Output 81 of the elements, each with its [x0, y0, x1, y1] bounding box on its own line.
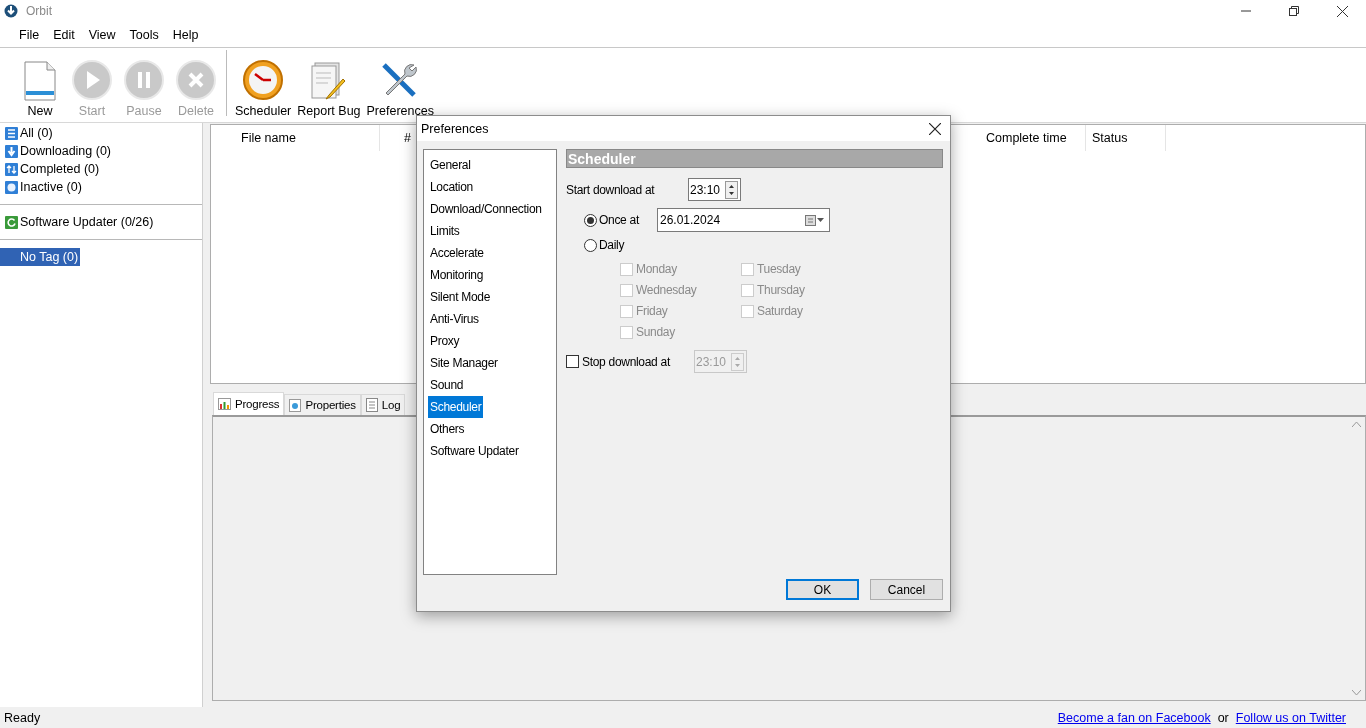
start-label: Start download at — [566, 182, 656, 197]
pause-icon — [123, 59, 165, 101]
menu-item[interactable]: Tools — [122, 23, 166, 46]
close-icon — [175, 59, 217, 101]
settings-item[interactable]: General — [428, 154, 473, 176]
separator-text: or — [1217, 710, 1229, 725]
day-label: Friday — [636, 304, 668, 318]
twitter-link[interactable]: Follow us on Twitter — [1235, 710, 1346, 725]
toolbar-button[interactable]: Scheduler — [232, 59, 295, 118]
day-label: Sunday — [636, 325, 675, 339]
document-pencil-icon — [310, 61, 347, 101]
ok-button[interactable]: OK — [786, 579, 859, 600]
category-item[interactable]: Downloading (0) — [20, 144, 112, 158]
settings-item[interactable]: Others — [428, 418, 467, 440]
dialog-title: Preferences — [421, 121, 489, 136]
radio-label: Once at — [599, 213, 641, 227]
status-text: Ready — [4, 710, 41, 725]
section-title: Scheduler — [566, 149, 943, 168]
tab[interactable]: Log — [360, 394, 406, 415]
circle-icon — [5, 180, 18, 194]
bar-chart-icon — [218, 398, 231, 410]
category-item[interactable]: All (0) — [20, 126, 53, 140]
day-label: Wednesday — [636, 283, 697, 297]
settings-item[interactable]: Scheduler — [428, 396, 484, 418]
day-label: Monday — [636, 262, 677, 276]
settings-item[interactable]: Sound — [428, 374, 466, 396]
category-item[interactable]: Inactive (0) — [20, 180, 82, 194]
settings-item[interactable]: Location — [428, 176, 475, 198]
settings-item[interactable]: Site Manager — [428, 352, 500, 374]
tab[interactable]: Properties — [284, 394, 361, 415]
arrows-icon — [5, 162, 18, 176]
scroll-up-icon[interactable] — [1352, 421, 1361, 427]
document-icon — [24, 61, 56, 101]
settings-item[interactable]: Limits — [428, 220, 462, 242]
settings-item[interactable]: Silent Mode — [428, 286, 493, 308]
time-field[interactable]: 23:10 — [688, 178, 741, 201]
tag-item[interactable]: No Tag (0) — [0, 248, 81, 266]
day-label: Tuesday — [757, 262, 801, 276]
app-logo-icon — [4, 4, 18, 18]
clock-icon — [242, 59, 285, 101]
column-header[interactable]: Status — [1086, 125, 1166, 151]
window-title: Orbit — [26, 4, 52, 18]
day-label: Thursday — [757, 283, 805, 297]
menu-item[interactable]: Help — [165, 23, 206, 46]
column-header[interactable]: File name — [235, 125, 380, 151]
menu-item[interactable]: File — [12, 23, 47, 46]
close-icon — [929, 122, 941, 135]
tab[interactable]: Progress — [213, 392, 285, 415]
cancel-button[interactable]: Cancel — [870, 579, 943, 600]
close-icon — [1336, 5, 1348, 17]
facebook-link[interactable]: Become a fan on Facebook — [1057, 710, 1211, 725]
toolbar-button[interactable]: New — [14, 61, 66, 118]
toolbar-button[interactable]: Report Bug — [294, 61, 364, 118]
column-header[interactable]: Complete time — [980, 125, 1086, 151]
settings-item[interactable]: Proxy — [428, 330, 462, 352]
calendar-dropdown-icon[interactable] — [805, 214, 825, 226]
toolbar-button[interactable]: Preferences — [363, 61, 437, 118]
document-icon — [289, 398, 302, 412]
radio-button[interactable] — [584, 238, 597, 252]
day-label: Saturday — [757, 304, 803, 318]
settings-item[interactable]: Anti-Virus — [428, 308, 481, 330]
stop-label: Stop download at — [582, 354, 672, 369]
refresh-icon — [5, 215, 18, 229]
radio-label: Daily — [599, 238, 625, 252]
scroll-down-icon[interactable] — [1352, 690, 1361, 696]
settings-item[interactable]: Monitoring — [428, 264, 486, 286]
category-item[interactable]: Completed (0) — [20, 162, 100, 176]
radio-button[interactable] — [584, 213, 597, 227]
document-lines-icon — [365, 398, 378, 412]
play-icon — [71, 59, 113, 101]
list-icon — [5, 126, 18, 140]
spin-arrows-icon[interactable] — [725, 180, 738, 199]
date-field[interactable]: 26.01.2024 — [657, 208, 830, 232]
category-item[interactable]: Software Updater (0/26) — [20, 215, 154, 229]
restore-icon — [1289, 6, 1299, 16]
settings-item[interactable]: Download/Connection — [428, 198, 544, 220]
menu-item[interactable]: Edit — [46, 23, 82, 46]
menu-item[interactable]: View — [81, 23, 123, 46]
download-icon — [5, 144, 18, 158]
settings-item[interactable]: Software Updater — [428, 440, 521, 462]
settings-item[interactable]: Accelerate — [428, 242, 486, 264]
